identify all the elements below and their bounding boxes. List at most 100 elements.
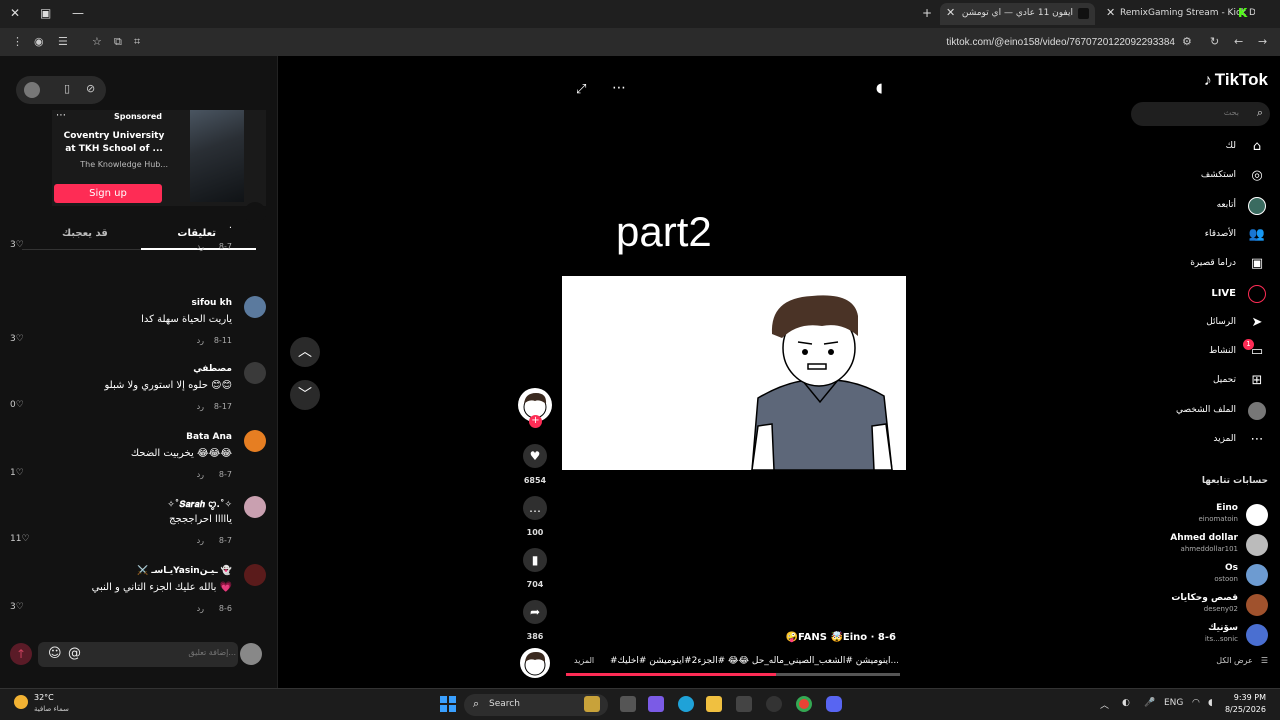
video-more-icon[interactable]: ⋯: [612, 80, 626, 96]
discord-icon[interactable]: [826, 696, 842, 712]
followed-account[interactable]: Eino einomatoin: [1138, 502, 1268, 530]
comment-reply-link[interactable]: رد: [197, 604, 204, 613]
ad-more-icon[interactable]: ⋯: [56, 110, 66, 121]
sponsored-ad[interactable]: ⋯ Sponsored Coventry University at TKH S…: [52, 110, 266, 206]
followed-account[interactable]: Os ostoon: [1138, 562, 1268, 590]
followed-account[interactable]: قصص وحكايات deseny02: [1138, 592, 1268, 620]
sidebar-item-compass[interactable]: استكشف ◎: [1136, 165, 1266, 189]
microphone-icon[interactable]: 🎤: [1144, 698, 1155, 708]
browser-tab-active[interactable]: ايفون 11 عادي — اي تومشن ✕: [940, 3, 1095, 25]
comment-author[interactable]: مصطفي: [193, 364, 232, 374]
sidebar-item-upload[interactable]: تحميل ⊞: [1136, 370, 1266, 394]
file-explorer-icon[interactable]: [706, 696, 722, 712]
store-icon[interactable]: [736, 696, 752, 712]
back-icon[interactable]: ←: [1234, 35, 1243, 48]
edge-icon[interactable]: [678, 696, 694, 712]
volume-icon[interactable]: ◖: [1208, 698, 1213, 708]
comment-avatar[interactable]: [244, 430, 266, 452]
browser-tab[interactable]: ✕ RemixGaming Stream - Kick Da: [1100, 3, 1255, 25]
comment-reply-link[interactable]: رد: [197, 402, 204, 411]
comment-likes[interactable]: 3♡: [10, 240, 24, 250]
task-view-icon[interactable]: [620, 696, 636, 712]
sidebar-item-home[interactable]: لك ⌂: [1136, 136, 1266, 160]
comment-reply-link[interactable]: رد: [197, 242, 204, 251]
comment-input[interactable]: [100, 648, 236, 657]
tab-actions-icon[interactable]: ▣: [40, 6, 51, 20]
language-indicator[interactable]: ENG: [1164, 698, 1183, 708]
tiktok-logo[interactable]: ♪ TikTok: [1204, 70, 1268, 90]
music-disc-icon[interactable]: [520, 648, 550, 678]
comment-avatar[interactable]: [244, 496, 266, 518]
video-author[interactable]: 🤪FANS 🤯Eino · 8-6: [700, 632, 896, 643]
search-input[interactable]: [1143, 108, 1239, 117]
link-icon[interactable]: ⊘: [86, 82, 95, 95]
sidebar-item-drama[interactable]: دراما قصيرة ▣: [1136, 253, 1266, 277]
clock-time[interactable]: 9:39 PM: [1234, 693, 1266, 702]
comment-likes[interactable]: 3♡: [10, 334, 24, 344]
sidebar-item-activity[interactable]: النشاط ▭ 1: [1136, 339, 1266, 365]
comment-author[interactable]: ⚔️ يـاسـYasinـيـن 👻: [137, 566, 232, 576]
network-app-icon[interactable]: ◐: [1122, 698, 1130, 708]
comment-avatar[interactable]: [244, 296, 266, 318]
close-tab-icon[interactable]: ✕: [1106, 6, 1115, 19]
minimize-icon[interactable]: —: [72, 6, 84, 20]
tune-icon[interactable]: ☰: [58, 35, 68, 48]
tray-chevron-icon[interactable]: ︿: [1100, 698, 1109, 711]
mention-icon[interactable]: @: [68, 646, 81, 661]
comment-reply-link[interactable]: رد: [197, 536, 204, 545]
share-page-icon[interactable]: ⧉: [114, 35, 122, 49]
wifi-icon[interactable]: ◠: [1192, 698, 1200, 708]
chrome-icon[interactable]: [796, 696, 812, 712]
comment-likes[interactable]: 0♡: [10, 400, 24, 410]
comment-likes[interactable]: 3♡: [10, 602, 24, 612]
followed-account[interactable]: Ahmed dollar ahmeddollar101: [1138, 532, 1268, 560]
site-settings-icon[interactable]: ⚙: [1182, 35, 1192, 48]
share-icon[interactable]: ➦: [523, 600, 547, 624]
sidebar-item-profile[interactable]: الملف الشخصي: [1136, 400, 1266, 424]
sidebar-item-messages[interactable]: الرسائل ➤: [1136, 312, 1266, 336]
comment-likes[interactable]: 1♡: [10, 468, 24, 478]
followed-account[interactable]: سۆنيك its...sonic: [1138, 622, 1268, 650]
sound-icon[interactable]: ◖: [876, 81, 883, 96]
comment-reply-link[interactable]: رد: [197, 470, 204, 479]
ad-signup-button[interactable]: Sign up: [54, 184, 162, 203]
app-icon[interactable]: [766, 696, 782, 712]
comment-avatar[interactable]: [244, 362, 266, 384]
comment-icon[interactable]: …: [523, 496, 547, 520]
sidebar-item-more[interactable]: المزيد ⋯: [1136, 429, 1266, 453]
comment-likes[interactable]: 11♡: [10, 534, 30, 544]
menu-dots-icon[interactable]: ⋮: [12, 35, 23, 48]
comment-reply-link[interactable]: رد: [197, 336, 204, 345]
widget-app-icon[interactable]: [584, 696, 600, 712]
sidebar-item-live[interactable]: LIVE: [1136, 283, 1266, 307]
comment-avatar[interactable]: [244, 564, 266, 586]
like-icon[interactable]: ♥: [523, 444, 547, 468]
sidebar-item-friends[interactable]: الأصدقاء 👥: [1136, 224, 1266, 248]
reload-icon[interactable]: ↻: [1210, 35, 1219, 48]
start-button[interactable]: [440, 696, 456, 712]
search-icon[interactable]: ⌕: [1257, 106, 1263, 120]
url-field[interactable]: tiktok.com/@eino158/video/76707201220922…: [880, 37, 1175, 48]
video-progress-bar[interactable]: [566, 673, 900, 676]
follow-button[interactable]: +: [529, 415, 542, 428]
previous-video-button[interactable]: ︿: [290, 337, 320, 367]
clock-date[interactable]: 8/25/2026: [1225, 705, 1266, 714]
comment-avatar[interactable]: [244, 202, 266, 224]
forward-icon[interactable]: →: [1258, 35, 1267, 48]
screenshot-icon[interactable]: ⌗: [134, 35, 140, 49]
description-more-link[interactable]: المزيد: [574, 656, 594, 665]
comment-author[interactable]: sifou kh: [192, 298, 232, 308]
comment-author[interactable]: ✧˚𝑺𝒂𝒓𝒂𝒉 ꨄ.˚✧: [167, 498, 232, 511]
expand-icon[interactable]: ⤢: [576, 82, 586, 97]
send-comment-button[interactable]: ↑: [10, 643, 32, 665]
close-tab-icon[interactable]: ✕: [946, 6, 955, 19]
account-icon[interactable]: ◉: [34, 35, 44, 48]
copilot-icon[interactable]: [648, 696, 664, 712]
bookmark-icon[interactable]: ▮: [523, 548, 547, 572]
sidebar-item-following[interactable]: أتابعه: [1136, 195, 1266, 219]
close-window-icon[interactable]: ✕: [10, 6, 20, 20]
new-tab-icon[interactable]: +: [922, 6, 932, 20]
creator-mini-avatar[interactable]: [24, 82, 40, 98]
see-all-link[interactable]: عرض الكل ☰: [1208, 656, 1268, 665]
bookmark-star-icon[interactable]: ☆: [92, 35, 102, 48]
